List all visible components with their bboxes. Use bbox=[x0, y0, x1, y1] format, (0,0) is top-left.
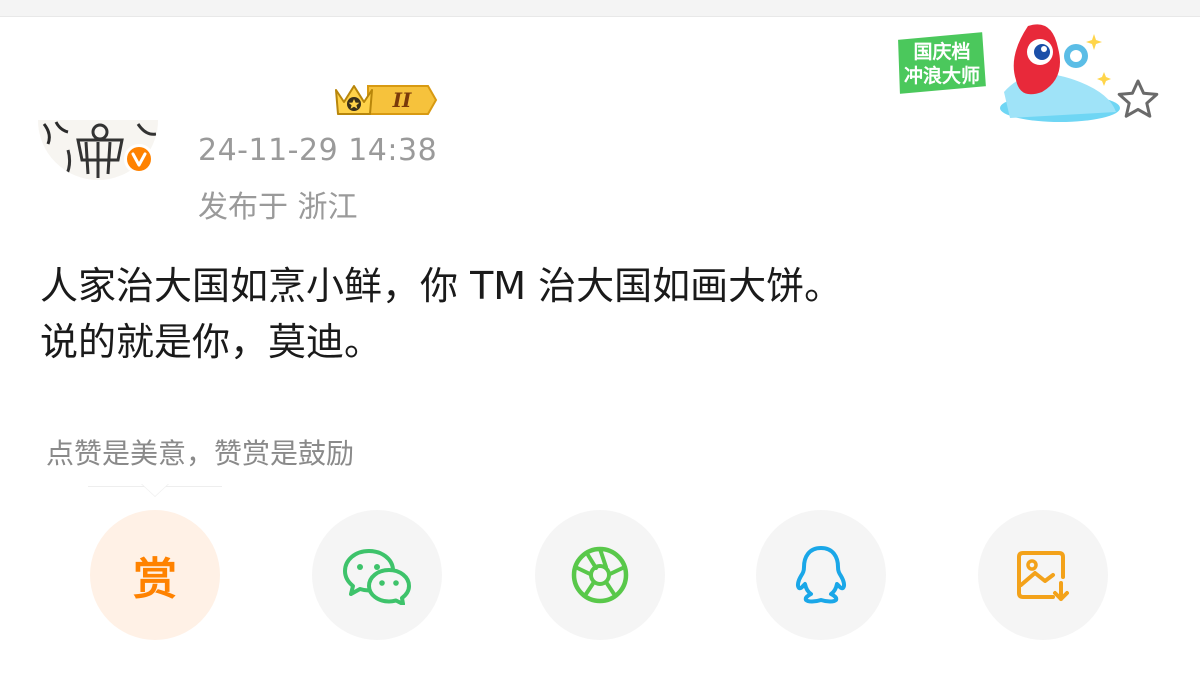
crown-icon: II bbox=[335, 85, 438, 115]
share-row: 赏 bbox=[0, 510, 1200, 640]
level-badge[interactable]: II bbox=[330, 80, 440, 120]
favorite-star-icon[interactable] bbox=[1114, 76, 1162, 124]
svg-text:冲浪大师: 冲浪大师 bbox=[904, 64, 980, 87]
reward-tip: 点赞是美意，赞赏是鼓励 bbox=[46, 437, 355, 470]
post-location: 发布于 浙江 bbox=[198, 190, 358, 225]
svg-text:国庆档: 国庆档 bbox=[913, 40, 970, 63]
share-qq-button[interactable] bbox=[756, 510, 886, 640]
share-moments-button[interactable] bbox=[535, 510, 665, 640]
save-image-button[interactable] bbox=[978, 510, 1108, 640]
qq-icon bbox=[795, 546, 847, 604]
save-image-icon bbox=[1017, 551, 1069, 601]
holiday-sticker[interactable]: 国庆档 冲浪大师 bbox=[880, 22, 1124, 128]
wechat-icon bbox=[343, 549, 411, 605]
top-divider bbox=[0, 0, 1200, 17]
post-line-1: 人家治大国如烹小鲜，你 TM 治大国如画大饼。 bbox=[40, 264, 843, 308]
moments-icon bbox=[571, 546, 629, 604]
post-line-2: 说的就是你，莫迪。 bbox=[40, 320, 383, 364]
post-timestamp: 24-11-29 14:38 bbox=[198, 133, 438, 168]
reward-button[interactable]: 赏 bbox=[90, 510, 220, 640]
reward-label: 赏 bbox=[133, 554, 177, 605]
share-wechat-button[interactable] bbox=[312, 510, 442, 640]
tip-arrow-fill bbox=[142, 484, 168, 496]
post-content: 人家治大国如烹小鲜，你 TM 治大国如画大饼。 说的就是你，莫迪。 bbox=[40, 258, 842, 370]
svg-text:II: II bbox=[392, 88, 412, 112]
verified-icon bbox=[124, 144, 154, 174]
